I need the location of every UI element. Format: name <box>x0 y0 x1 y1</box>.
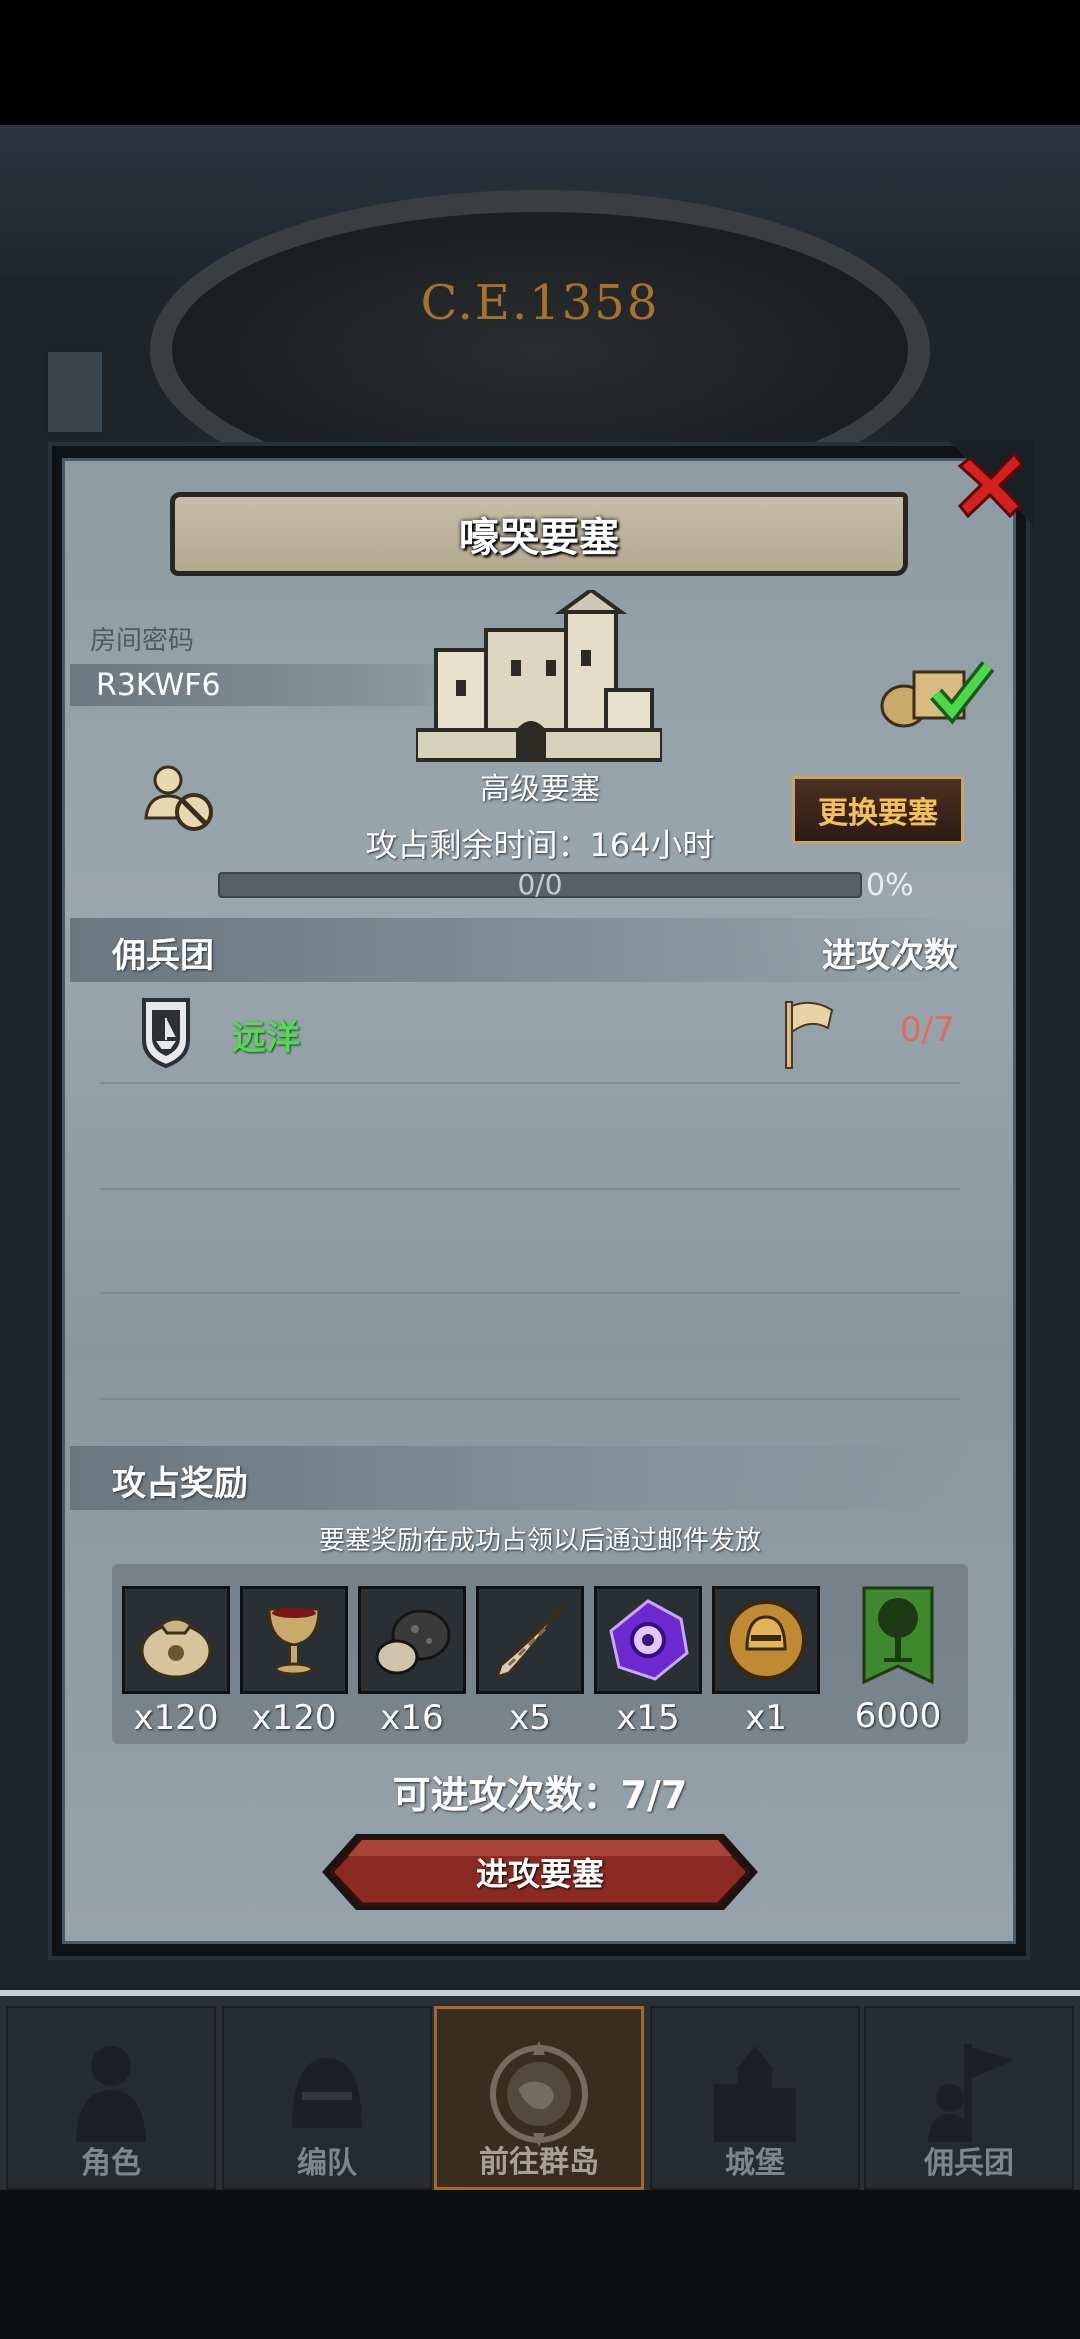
nav-item-formation[interactable]: 编队 <box>222 2006 432 2190</box>
reward-qty: x15 <box>616 1698 680 1738</box>
room-password-value[interactable]: R3KWF6 <box>96 668 221 703</box>
row-divider <box>100 1292 960 1294</box>
change-fortress-button[interactable]: 更换要塞 <box>792 776 964 844</box>
capture-progress-percent: 0% <box>866 868 914 903</box>
ore-rock-icon <box>358 1586 466 1694</box>
reward-qty: x5 <box>509 1698 551 1738</box>
compass-map-icon <box>490 2041 588 2147</box>
rewards-note: 要塞奖励在成功占领以后通过邮件发放 <box>318 1526 761 1556</box>
flag-icon <box>785 1001 834 1069</box>
nav-label: 前往群岛 <box>479 2145 599 2180</box>
fortress-title: 嚎哭要塞 <box>170 492 908 576</box>
knight-icon <box>76 2046 146 2142</box>
goblet-icon <box>240 1586 348 1694</box>
nav-label: 编队 <box>297 2146 357 2181</box>
reward-item[interactable]: x120 <box>240 1586 348 1738</box>
money-bag-icon <box>122 1586 230 1694</box>
reward-item[interactable]: x5 <box>476 1586 584 1738</box>
helmet-icon <box>292 2058 362 2128</box>
castle-icon <box>416 590 662 762</box>
reward-item[interactable]: x15 <box>594 1586 702 1738</box>
capture-progress-text: 0/0 <box>517 868 563 901</box>
castle-icon <box>714 2046 796 2142</box>
helmet-medal-icon <box>712 1586 820 1694</box>
nav-label: 城堡 <box>725 2146 785 2181</box>
bag-check-icon[interactable] <box>876 650 996 730</box>
rewards-header: 攻占奖励 <box>112 1464 248 1504</box>
side-banner-icon[interactable] <box>46 350 104 434</box>
mercenary-header: 佣兵团 <box>112 936 214 976</box>
attack-fortress-button[interactable]: 进攻要塞 <box>322 1830 758 1914</box>
mercenary-shield-icon <box>142 998 190 1068</box>
reward-qty: x1 <box>745 1698 787 1738</box>
capture-progress-bar: 0/0 <box>218 868 862 901</box>
reward-qty: x16 <box>380 1698 444 1738</box>
nav-item-islands[interactable]: 前往群岛 <box>434 2006 644 2190</box>
nav-label: 角色 <box>81 2146 141 2181</box>
fortress-type: 高级要塞 <box>480 772 600 807</box>
mercenary-banner-icon <box>928 2044 1014 2142</box>
room-password-label: 房间密码 <box>90 626 195 656</box>
reward-qty: x120 <box>133 1698 219 1738</box>
nav-item-mercenary[interactable]: 佣兵团 <box>864 2006 1074 2190</box>
reward-item[interactable]: x16 <box>358 1586 466 1738</box>
attack-count-header: 进攻次数 <box>822 936 958 976</box>
purple-gem-icon <box>594 1586 702 1694</box>
mercenary-attack-count: 0/7 <box>900 1010 955 1050</box>
reward-qty: x120 <box>251 1698 337 1738</box>
row-divider <box>100 1188 960 1190</box>
reward-item[interactable]: x120 <box>122 1586 230 1738</box>
row-divider <box>100 1082 960 1084</box>
nav-item-castle[interactable]: 城堡 <box>650 2006 860 2190</box>
system-nav-area <box>0 2190 1080 2339</box>
close-icon[interactable] <box>948 440 1034 526</box>
status-bar-area <box>0 0 1080 125</box>
remaining-time: 攻占剩余时间：164小时 <box>365 826 715 864</box>
nav-label: 佣兵团 <box>924 2146 1014 2181</box>
user-block-icon[interactable] <box>142 762 216 834</box>
nav-item-character[interactable]: 角色 <box>6 2006 216 2190</box>
horn-icon <box>476 1586 584 1694</box>
tree-banner-icon[interactable] <box>858 1586 938 1688</box>
reward-item[interactable]: x1 <box>712 1586 820 1738</box>
attacks-left: 可进攻次数：7/7 <box>392 1773 688 1817</box>
mercenary-name[interactable]: 远洋 <box>232 1010 300 1059</box>
row-divider <box>100 1398 960 1400</box>
era-year-label: C.E.1358 <box>420 275 660 331</box>
banner-reward-qty: 6000 <box>854 1696 942 1736</box>
